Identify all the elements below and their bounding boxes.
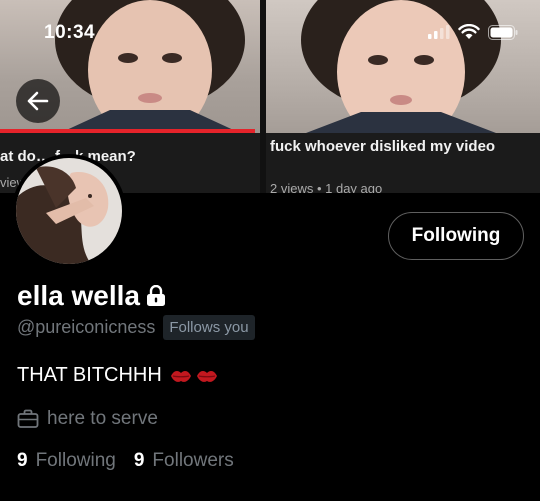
profile-bio: THAT BITCHHH: [17, 364, 218, 387]
display-name: ella wella: [17, 280, 140, 311]
battery-icon: [488, 24, 518, 40]
status-icons: [428, 24, 518, 40]
back-button[interactable]: [16, 79, 60, 123]
following-label: Following: [35, 450, 116, 471]
video-title-right: fuck whoever disliked my video: [270, 138, 496, 155]
bio-text: THAT BITCHHH: [17, 364, 162, 386]
lock-icon: [146, 285, 165, 306]
category-text: here to serve: [47, 408, 158, 429]
bio-emojis: [170, 368, 218, 384]
profile-category: here to serve: [17, 408, 158, 430]
follow-stats: 9 Following 9 Followers: [17, 450, 234, 472]
followers-label: Followers: [152, 450, 234, 471]
video-caption-right: fuck whoever disliked my video 2 views •…: [266, 133, 540, 193]
handle-row: @pureiconicness Follows you: [17, 315, 255, 340]
avatar-image: [16, 158, 122, 264]
back-arrow-icon: [27, 91, 49, 111]
username-handle: @pureiconicness: [17, 317, 156, 337]
briefcase-icon: [17, 409, 39, 428]
wifi-icon: [458, 24, 480, 39]
status-time: 10:34: [44, 22, 96, 43]
avatar-photo: [16, 158, 122, 264]
profile-name-row: ella wella: [17, 280, 166, 312]
video-meta-right: 2 views • 1 day ago: [270, 181, 383, 193]
followers-stat[interactable]: 9 Followers: [134, 450, 234, 472]
avatar[interactable]: [12, 154, 126, 268]
following-button[interactable]: Following: [388, 212, 524, 260]
signal-icon: [428, 25, 450, 39]
kiss-mark-icon: [170, 370, 191, 382]
follows-you-badge: Follows you: [163, 315, 255, 340]
followers-count: 9: [133, 450, 145, 471]
kiss-mark-icon: [196, 370, 217, 382]
following-count: 9: [17, 450, 28, 471]
status-bar: 10:34: [0, 0, 540, 60]
following-stat[interactable]: 9 Following: [17, 450, 116, 472]
